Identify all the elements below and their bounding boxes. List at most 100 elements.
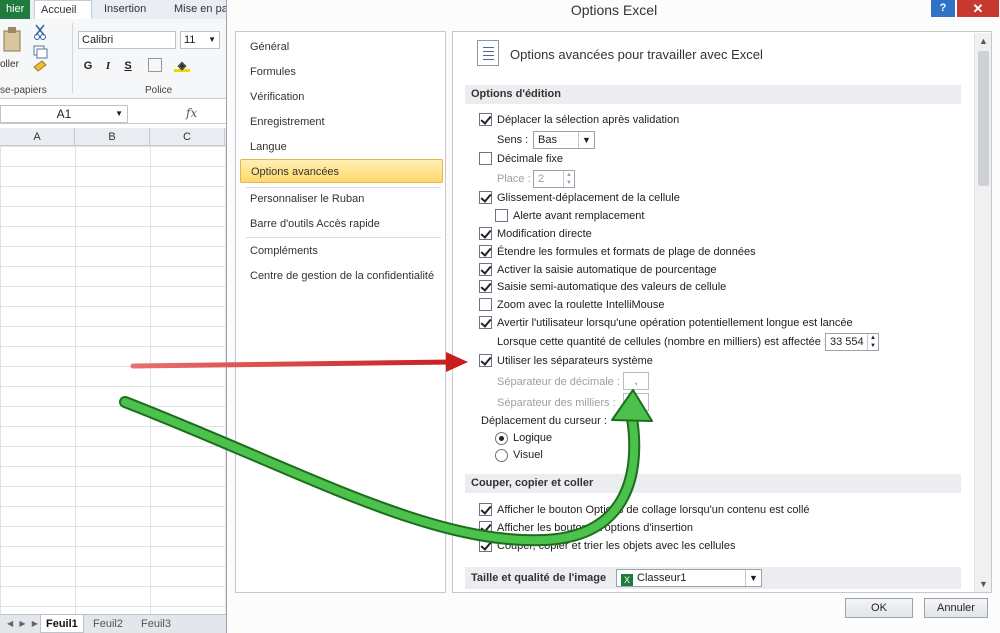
sens-select[interactable]: Bas ▼ (533, 131, 595, 149)
font-name-combo[interactable]: Calibri (78, 31, 176, 49)
checkbox-saisie-semi-auto[interactable] (479, 280, 492, 293)
sheet-tab-feuil1[interactable]: Feuil1 (40, 615, 84, 633)
quantite-spinner[interactable]: 33 554 ▲ ▼ (825, 333, 879, 351)
nav-item-general[interactable]: Général (240, 35, 443, 59)
option-label: Afficher les boutons d'options d'inserti… (497, 522, 694, 534)
dialog-titlebar: Options Excel ? ✕ (227, 0, 1000, 24)
chevron-down-icon: ▼ (578, 132, 594, 148)
checkbox-glissement[interactable] (479, 191, 492, 204)
nav-item-enregistrement[interactable]: Enregistrement (240, 110, 443, 134)
paste-icon[interactable] (0, 19, 70, 79)
sep-milliers-input[interactable] (623, 393, 649, 411)
checkbox-couper-copier[interactable] (479, 539, 492, 552)
underline-button[interactable]: S (120, 58, 136, 74)
scroll-down-icon[interactable]: ▼ (975, 576, 991, 592)
option-label: Alerte avant remplacement (513, 210, 645, 222)
place-value: 2 (538, 173, 545, 185)
formula-bar: A1 ▼ fx (0, 104, 232, 124)
checkbox-decimale-fixe[interactable] (479, 152, 492, 165)
option-label: Modification directe (497, 228, 592, 240)
radio-logique[interactable] (495, 432, 508, 445)
column-header[interactable]: B (75, 128, 150, 146)
ribbon: oller Calibri 11 ▼ G I S ◈ se-papiers Pol… (0, 19, 232, 99)
content-heading: Options avancées pour travailler avec Ex… (510, 47, 763, 62)
italic-button[interactable]: I (100, 58, 116, 74)
option-label: Saisie semi-automatique des valeurs de c… (497, 281, 727, 293)
checkbox-deplacer-selection[interactable] (479, 113, 492, 126)
option-label: Utiliser les séparateurs système (497, 355, 653, 367)
nav-item-complements[interactable]: Compléments (240, 239, 443, 263)
option-label: Activer la saisie automatique de pourcen… (497, 264, 717, 276)
place-spinner[interactable]: 2 ▲ ▼ (533, 170, 575, 188)
option-label: Avertir l'utilisateur lorsqu'une opérati… (497, 317, 853, 329)
document-list-icon (477, 40, 499, 66)
sens-label: Sens : (497, 134, 529, 146)
close-button[interactable]: ✕ (957, 0, 999, 17)
nav-item-personnaliser-ruban[interactable]: Personnaliser le Ruban (240, 187, 443, 211)
ok-button[interactable]: OK (845, 598, 913, 618)
excel-window: hier Accueil Insertion Mise en pa oller … (0, 0, 232, 633)
chevron-down-icon: ▼ (745, 570, 761, 586)
font-size-value: 11 (184, 34, 196, 46)
options-dialog: Options Excel ? ✕ Général Formules Vérif… (226, 0, 1000, 633)
font-size-combo[interactable]: 11 ▼ (180, 31, 220, 49)
classeur-select[interactable]: X Classeur1 ▼ (616, 569, 762, 587)
cell-grid[interactable] (0, 146, 232, 616)
option-label: Logique (513, 432, 553, 444)
tab-mise-en-page[interactable]: Mise en pa (168, 0, 232, 19)
checkbox-zoom-intellimouse[interactable] (479, 298, 492, 311)
checkbox-etendre[interactable] (479, 245, 492, 258)
scroll-up-icon[interactable]: ▲ (975, 33, 991, 49)
name-box[interactable]: A1 ▼ (0, 105, 128, 123)
nav-item-barre-outils[interactable]: Barre d'outils Accès rapide (240, 212, 443, 236)
function-icon[interactable]: fx (186, 106, 197, 120)
nav-item-confidentialite[interactable]: Centre de gestion de la confidentialité (240, 264, 443, 288)
section-header-edition: Options d'édition (465, 85, 961, 104)
borders-button[interactable] (148, 58, 162, 72)
dialog-title: Options Excel (570, 2, 658, 18)
help-button[interactable]: ? (931, 0, 955, 17)
radio-visuel[interactable] (495, 449, 508, 462)
option-label: Couper, copier et trier les objets avec … (497, 540, 736, 552)
nav-item-options-avancees[interactable]: Options avancées (240, 159, 443, 183)
tab-fichier[interactable]: hier (0, 0, 30, 19)
spinner-arrows-icon: ▲ ▼ (867, 334, 878, 350)
format-buttons: G I S ◈ (80, 58, 190, 74)
fill-color-icon[interactable]: ◈ (174, 58, 190, 72)
sheet-tab-feuil2[interactable]: Feuil2 (88, 615, 128, 633)
column-header[interactable]: C (150, 128, 225, 146)
content-scrollbar[interactable]: ▲ ▼ (974, 33, 991, 592)
bold-button[interactable]: G (80, 58, 96, 74)
section-header-couper: Couper, copier et coller (465, 474, 961, 493)
checkbox-separateurs-systeme[interactable] (479, 354, 492, 367)
name-box-value: A1 (56, 107, 72, 121)
sheet-nav-arrows-icon[interactable]: ◀ ▶ ▶ (2, 615, 45, 633)
tab-accueil[interactable]: Accueil (34, 0, 92, 19)
nav-item-formules[interactable]: Formules (240, 60, 443, 84)
clipboard-group-label: se-papiers (0, 85, 47, 96)
excel-workbook-icon: X (621, 574, 633, 586)
sheet-tab-feuil3[interactable]: Feuil3 (136, 615, 176, 633)
checkbox-afficher-collage[interactable] (479, 503, 492, 516)
options-nav: Général Formules Vérification Enregistre… (235, 31, 446, 593)
scroll-thumb[interactable] (978, 51, 989, 186)
option-label: Glissement-déplacement de la cellule (497, 192, 680, 204)
spinner-arrows-icon: ▲ ▼ (563, 171, 574, 187)
nav-item-langue[interactable]: Langue (240, 135, 443, 159)
column-header[interactable]: A (0, 128, 75, 146)
checkbox-alerte[interactable] (495, 209, 508, 222)
quantite-value: 33 554 (830, 336, 864, 348)
tab-insertion[interactable]: Insertion (98, 0, 152, 19)
checkbox-afficher-insertion[interactable] (479, 521, 492, 534)
option-label: Décimale fixe (497, 153, 564, 165)
checkbox-modification-directe[interactable] (479, 227, 492, 240)
cancel-button[interactable]: Annuler (924, 598, 988, 618)
nav-separator (246, 237, 441, 238)
sep-decimale-input[interactable]: , (623, 372, 649, 390)
nav-item-verification[interactable]: Vérification (240, 85, 443, 109)
police-group-label: Police (145, 85, 173, 96)
checkbox-pourcentage[interactable] (479, 263, 492, 276)
checkbox-avertir[interactable] (479, 316, 492, 329)
chevron-down-icon: ▼ (115, 109, 123, 118)
sheet-tabs: ◀ ▶ ▶ Feuil1 Feuil2 Feuil3 (0, 614, 232, 633)
